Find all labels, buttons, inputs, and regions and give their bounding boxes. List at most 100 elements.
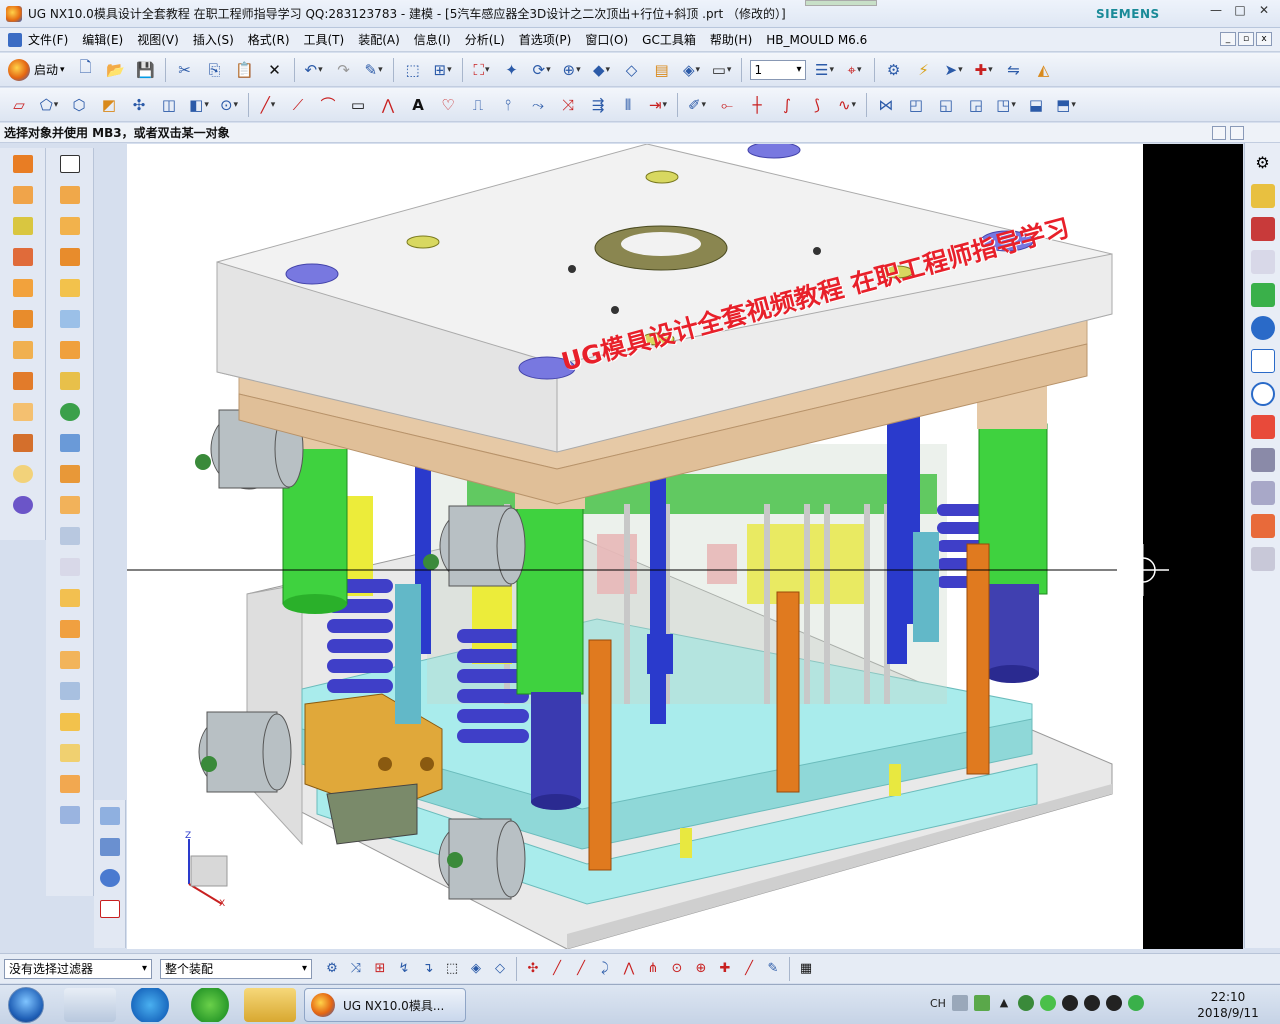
layer-icon[interactable]: ▤ bbox=[649, 57, 675, 83]
move-object-icon[interactable]: ➤ bbox=[941, 57, 967, 83]
pull-face-icon[interactable] bbox=[58, 620, 82, 644]
menu-file[interactable]: 文件(F) bbox=[28, 31, 68, 48]
delete-face-icon[interactable] bbox=[58, 558, 82, 582]
extend-curve-icon[interactable]: ⇥ bbox=[645, 92, 671, 118]
measure-icon[interactable]: ⚙ bbox=[881, 57, 907, 83]
system-scenes-icon[interactable] bbox=[1250, 547, 1275, 571]
doc-minimize-button[interactable]: _ bbox=[1220, 32, 1236, 46]
mould-wizard-icon[interactable]: ◭ bbox=[1031, 57, 1057, 83]
history-icon[interactable] bbox=[1250, 382, 1275, 406]
menu-window[interactable]: 窗口(O) bbox=[585, 31, 628, 48]
box-face-icon[interactable] bbox=[58, 713, 82, 737]
tray-arrow-icon[interactable]: ▲ bbox=[996, 995, 1012, 1011]
pocket-icon[interactable] bbox=[11, 310, 35, 334]
keyboard-icon[interactable] bbox=[951, 995, 968, 1011]
view-orient-icon[interactable]: ◈ bbox=[679, 57, 705, 83]
reuse-library-icon[interactable] bbox=[1250, 283, 1275, 307]
network-icon[interactable] bbox=[1017, 995, 1034, 1011]
resize-blend-icon[interactable] bbox=[58, 651, 82, 675]
menu-view[interactable]: 视图(V) bbox=[137, 31, 179, 48]
divide-curve-icon[interactable]: ⫴ bbox=[615, 92, 641, 118]
settings-gear-icon[interactable]: ⚙ bbox=[1251, 151, 1275, 175]
selection-scope-select[interactable]: 整个装配 bbox=[160, 958, 312, 979]
close-button[interactable]: ✕ bbox=[1252, 0, 1276, 20]
type-filter-select[interactable]: 没有选择过滤器 bbox=[4, 958, 152, 979]
refresh-icon[interactable] bbox=[11, 496, 35, 520]
menu-preferences[interactable]: 首选项(P) bbox=[519, 31, 572, 48]
snap-endpoint-icon[interactable]: ✣ bbox=[523, 959, 543, 979]
select-feature-icon[interactable]: ⤨ bbox=[346, 959, 366, 979]
layer-settings-icon[interactable]: ☰ bbox=[812, 57, 838, 83]
document-menu-icon[interactable] bbox=[8, 32, 22, 47]
select-pointer-icon[interactable]: ⬚ bbox=[400, 57, 426, 83]
synchronous-icon[interactable] bbox=[58, 682, 82, 706]
menu-edit[interactable]: 编辑(E) bbox=[82, 31, 123, 48]
rectangle-select-icon[interactable]: ⬚ bbox=[442, 959, 462, 979]
snap-point-icon[interactable]: ✎ bbox=[763, 959, 783, 979]
shell-icon[interactable] bbox=[58, 248, 82, 272]
replace-face-icon[interactable] bbox=[58, 527, 82, 551]
taskbar-nx-window[interactable]: UG NX10.0模具... bbox=[304, 988, 466, 1022]
qq-icon-3[interactable] bbox=[1105, 995, 1122, 1011]
manufacturing-wizard-icon[interactable] bbox=[1250, 481, 1275, 505]
snap-on-curve-icon[interactable]: ⊕ bbox=[691, 959, 711, 979]
web-browser-icon[interactable] bbox=[1250, 349, 1275, 373]
book-icon[interactable] bbox=[58, 434, 82, 458]
system-materials-icon[interactable] bbox=[1250, 415, 1275, 439]
thicken-icon[interactable] bbox=[58, 496, 82, 520]
snap-quadrant-icon[interactable]: ⋔ bbox=[643, 959, 663, 979]
boss-icon[interactable] bbox=[11, 279, 35, 303]
section-icon[interactable]: ⬒ bbox=[1053, 92, 1079, 118]
wechat-icon[interactable] bbox=[1039, 995, 1056, 1011]
wire-cube-icon[interactable]: ◇ bbox=[619, 57, 645, 83]
fold-icon[interactable] bbox=[58, 744, 82, 768]
process-studio-icon[interactable] bbox=[1250, 448, 1275, 472]
transform-icon[interactable]: ✚ bbox=[971, 57, 997, 83]
snap-bounded-icon[interactable]: ╱ bbox=[739, 959, 759, 979]
browser-app-icon[interactable] bbox=[124, 988, 176, 1022]
menu-insert[interactable]: 插入(S) bbox=[193, 31, 234, 48]
fit-view-icon[interactable]: ⛶ bbox=[469, 57, 495, 83]
constraint-navigator-icon[interactable] bbox=[1250, 217, 1275, 241]
new-file-icon[interactable]: 🗋 bbox=[73, 57, 99, 83]
diamond-icon[interactable] bbox=[58, 806, 82, 830]
snap-midpoint-icon[interactable]: ╱ bbox=[547, 959, 567, 979]
draft-icon[interactable] bbox=[58, 279, 82, 303]
smooth-spline-icon[interactable]: ∿ bbox=[834, 92, 860, 118]
edit-curve-icon[interactable]: ✐ bbox=[684, 92, 710, 118]
patch-icon[interactable]: ◧ bbox=[186, 92, 212, 118]
taskbar-clock[interactable]: 22:10 2018/9/11 bbox=[1192, 989, 1264, 1021]
studio-surface-icon[interactable]: ◲ bbox=[963, 92, 989, 118]
qq-icon-1[interactable] bbox=[1061, 995, 1078, 1011]
ime-indicator[interactable]: CH bbox=[930, 997, 946, 1010]
n-sided-icon[interactable]: ◳ bbox=[993, 92, 1019, 118]
trim-curve-icon[interactable]: ⟜ bbox=[714, 92, 740, 118]
work-layer-select[interactable]: 1 bbox=[749, 59, 806, 80]
chamfer-icon[interactable] bbox=[58, 217, 82, 241]
line2-icon[interactable]: ⟋ bbox=[285, 92, 311, 118]
face-rule-icon[interactable]: ↴ bbox=[418, 959, 438, 979]
cut-icon[interactable]: ✂ bbox=[172, 57, 198, 83]
edit-arc-icon[interactable]: ⟆ bbox=[804, 92, 830, 118]
offset-curve-icon[interactable]: ⤳ bbox=[525, 92, 551, 118]
corner-trim-icon[interactable]: ┼ bbox=[744, 92, 770, 118]
roles-icon[interactable] bbox=[1250, 514, 1275, 538]
deselect-icon[interactable]: ◇ bbox=[490, 959, 510, 979]
snap-existing-icon[interactable]: ⊙ bbox=[667, 959, 687, 979]
view-iso-icon[interactable] bbox=[98, 838, 122, 862]
assembly-navigator-icon[interactable] bbox=[1250, 184, 1275, 208]
hole-icon[interactable] bbox=[11, 248, 35, 272]
trim-body-icon[interactable]: ✣ bbox=[126, 92, 152, 118]
edit-object-icon[interactable]: ✎ bbox=[361, 57, 387, 83]
undo-icon[interactable]: ↶ bbox=[301, 57, 327, 83]
menu-gc-toolbox[interactable]: GC工具箱 bbox=[642, 31, 696, 48]
unite-icon[interactable] bbox=[11, 434, 35, 458]
slot-icon[interactable] bbox=[11, 372, 35, 396]
prompt-close-icon[interactable] bbox=[1230, 126, 1244, 140]
minimize-button[interactable]: — bbox=[1204, 0, 1228, 20]
arc-icon[interactable]: ⌒ bbox=[315, 92, 341, 118]
menu-information[interactable]: 信息(I) bbox=[414, 31, 451, 48]
pattern-face-icon[interactable] bbox=[58, 775, 82, 799]
curve-length-icon[interactable]: ∫ bbox=[774, 92, 800, 118]
curve-rule-icon[interactable]: ↯ bbox=[394, 959, 414, 979]
